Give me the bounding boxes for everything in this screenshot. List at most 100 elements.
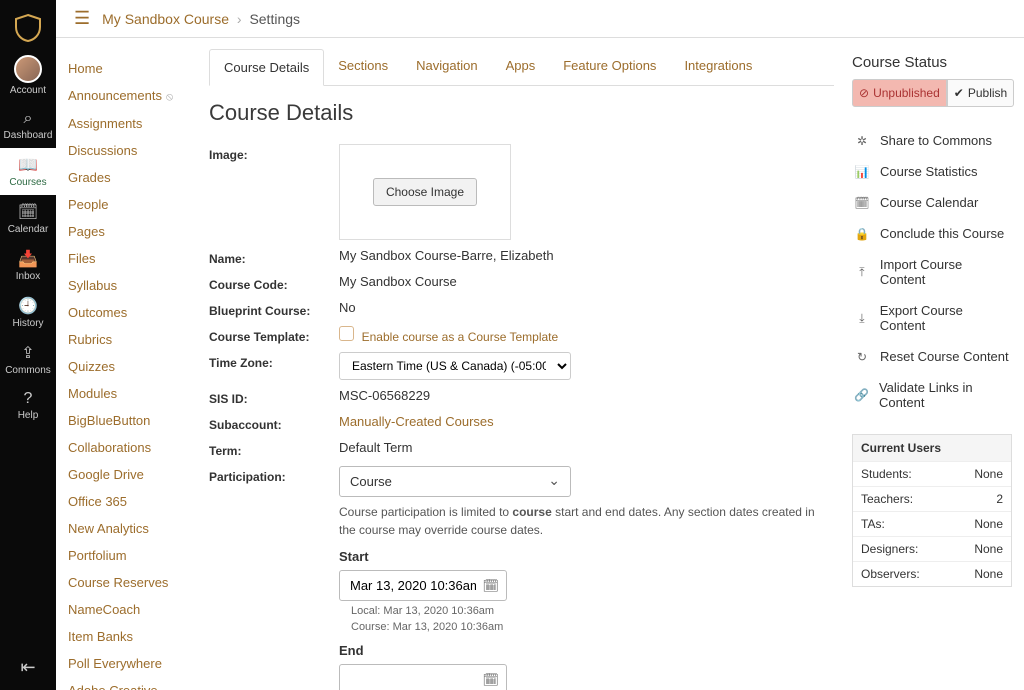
tab-sections[interactable]: Sections xyxy=(324,48,402,85)
nav-course-reserves[interactable]: Course Reserves xyxy=(64,570,191,595)
side-action-7[interactable]: 🔗Validate Links in Content xyxy=(852,372,1012,418)
timezone-select[interactable]: Eastern Time (US & Canada) (-05:00/-04:0… xyxy=(339,352,571,380)
calendar-picker-icon[interactable]: 🗓 xyxy=(482,672,499,688)
side-action-1[interactable]: 📊Course Statistics xyxy=(852,156,1012,187)
nav-files[interactable]: Files xyxy=(64,246,191,271)
nav-poll-everywhere[interactable]: Poll Everywhere xyxy=(64,651,191,676)
calendar-picker-icon[interactable]: 🗓 xyxy=(482,578,499,594)
user-count: None xyxy=(974,542,1003,556)
course-image-box: Choose Image xyxy=(339,144,511,240)
calendar-icon: 🗓 xyxy=(18,202,38,222)
page-title: Course Details xyxy=(209,100,834,126)
side-action-icon: 🔗 xyxy=(854,388,869,402)
user-row: Observers:None xyxy=(853,561,1011,586)
share-icon: ⇪ xyxy=(21,343,34,363)
label-start: Start xyxy=(339,549,834,564)
side-action-4[interactable]: ⤒Import Course Content xyxy=(852,249,1012,295)
nav-help[interactable]: ?Help xyxy=(0,383,56,428)
side-action-5[interactable]: ⤓Export Course Content xyxy=(852,295,1012,341)
user-row: Students:None xyxy=(853,461,1011,486)
nav-quizzes[interactable]: Quizzes xyxy=(64,354,191,379)
side-action-0[interactable]: ✲Share to Commons xyxy=(852,125,1012,156)
nav-commons[interactable]: ⇪Commons xyxy=(0,336,56,383)
subaccount-link[interactable]: Manually-Created Courses xyxy=(339,414,494,429)
nav-item-banks[interactable]: Item Banks xyxy=(64,624,191,649)
nav-google-drive[interactable]: Google Drive xyxy=(64,462,191,487)
side-action-label: Import Course Content xyxy=(880,257,1010,287)
user-row: Designers:None xyxy=(853,536,1011,561)
nav-grades[interactable]: Grades xyxy=(64,165,191,190)
nav-pages[interactable]: Pages xyxy=(64,219,191,244)
nav-account[interactable]: Account xyxy=(0,48,56,103)
tab-course-details[interactable]: Course Details xyxy=(209,49,324,86)
nav-portfolium[interactable]: Portfolium xyxy=(64,543,191,568)
global-nav: Account ⌕Dashboard 📖Courses 🗓Calendar 📥I… xyxy=(0,0,56,690)
nav-modules[interactable]: Modules xyxy=(64,381,191,406)
side-action-icon: 🗓 xyxy=(854,196,870,210)
side-action-icon: ⤓ xyxy=(854,311,870,326)
breadcrumb-course[interactable]: My Sandbox Course xyxy=(102,11,229,27)
value-term: Default Term xyxy=(339,440,834,455)
nav-courses[interactable]: 📖Courses xyxy=(0,148,56,195)
breadcrumb-sep: › xyxy=(237,11,242,27)
enable-template-checkbox[interactable] xyxy=(339,326,354,341)
label-participation: Participation: xyxy=(209,466,339,484)
nav-history[interactable]: 🕘History xyxy=(0,289,56,336)
user-row: Teachers:2 xyxy=(853,486,1011,511)
choose-image-button[interactable]: Choose Image xyxy=(373,178,477,206)
help-icon: ? xyxy=(24,390,33,408)
side-action-3[interactable]: 🔒 Conclude this Course xyxy=(852,218,1012,249)
collapse-nav-icon[interactable]: ⇤ xyxy=(20,657,35,678)
user-role: Students: xyxy=(861,467,912,481)
nav-assignments[interactable]: Assignments xyxy=(64,111,191,136)
label-name: Name: xyxy=(209,248,339,266)
nav-home[interactable]: Home xyxy=(64,56,191,81)
nav-collaborations[interactable]: Collaborations xyxy=(64,435,191,460)
breadcrumb-current: Settings xyxy=(249,11,300,27)
nav-syllabus[interactable]: Syllabus xyxy=(64,273,191,298)
nav-outcomes[interactable]: Outcomes xyxy=(64,300,191,325)
nav-dashboard[interactable]: ⌕Dashboard xyxy=(0,103,56,148)
tab-navigation[interactable]: Navigation xyxy=(402,48,491,85)
enable-template-label: Enable course as a Course Template xyxy=(362,330,559,344)
clock-icon: 🕘 xyxy=(18,296,38,316)
side-action-label: Reset Course Content xyxy=(880,349,1009,364)
value-course-code: My Sandbox Course xyxy=(339,274,834,289)
nav-new-analytics[interactable]: New Analytics xyxy=(64,516,191,541)
nav-rubrics[interactable]: Rubrics xyxy=(64,327,191,352)
inbox-icon: 📥 xyxy=(18,249,38,269)
tab-feature-options[interactable]: Feature Options xyxy=(549,48,670,85)
user-role: TAs: xyxy=(861,517,885,531)
user-row: TAs:None xyxy=(853,511,1011,536)
unpublished-button[interactable]: ⊘Unpublished xyxy=(852,79,947,107)
nav-office365[interactable]: Office 365 xyxy=(64,489,191,514)
label-timezone: Time Zone: xyxy=(209,352,339,370)
nav-discussions[interactable]: Discussions xyxy=(64,138,191,163)
hamburger-icon[interactable]: ☰ xyxy=(74,8,90,29)
side-action-2[interactable]: 🗓Course Calendar xyxy=(852,187,1012,218)
tab-apps[interactable]: Apps xyxy=(492,48,550,85)
school-logo xyxy=(10,10,46,46)
nav-namecoach[interactable]: NameCoach xyxy=(64,597,191,622)
value-name: My Sandbox Course-Barre, Elizabeth xyxy=(339,248,834,263)
nav-bigbluebutton[interactable]: BigBlueButton xyxy=(64,408,191,433)
publish-button[interactable]: ✔Publish xyxy=(947,79,1014,107)
hidden-icon: ⦸ xyxy=(166,91,173,103)
nav-calendar[interactable]: 🗓Calendar xyxy=(0,195,56,242)
label-sis: SIS ID: xyxy=(209,388,339,406)
tab-integrations[interactable]: Integrations xyxy=(670,48,766,85)
settings-tabs: Course Details Sections Navigation Apps … xyxy=(209,48,834,86)
nav-people[interactable]: People xyxy=(64,192,191,217)
participation-select[interactable]: Course xyxy=(339,466,571,497)
nav-inbox[interactable]: 📥Inbox xyxy=(0,242,56,289)
nav-adobe-cc[interactable]: Adobe Creative Cloud xyxy=(64,678,191,690)
dashboard-icon: ⌕ xyxy=(24,110,33,128)
side-action-label: Conclude this Course xyxy=(880,226,1004,241)
nav-announcements[interactable]: Announcements⦸ xyxy=(64,83,191,109)
side-action-icon: 🔒 xyxy=(854,227,870,241)
right-sidebar: Course Status ⊘Unpublished ✔Publish ✲Sha… xyxy=(852,38,1024,690)
side-action-6[interactable]: ↻Reset Course Content xyxy=(852,341,1012,372)
topbar: ☰ My Sandbox Course › Settings xyxy=(56,0,1024,38)
start-local-text: Local: Mar 13, 2020 10:36am xyxy=(351,605,834,617)
label-end: End xyxy=(339,643,834,658)
